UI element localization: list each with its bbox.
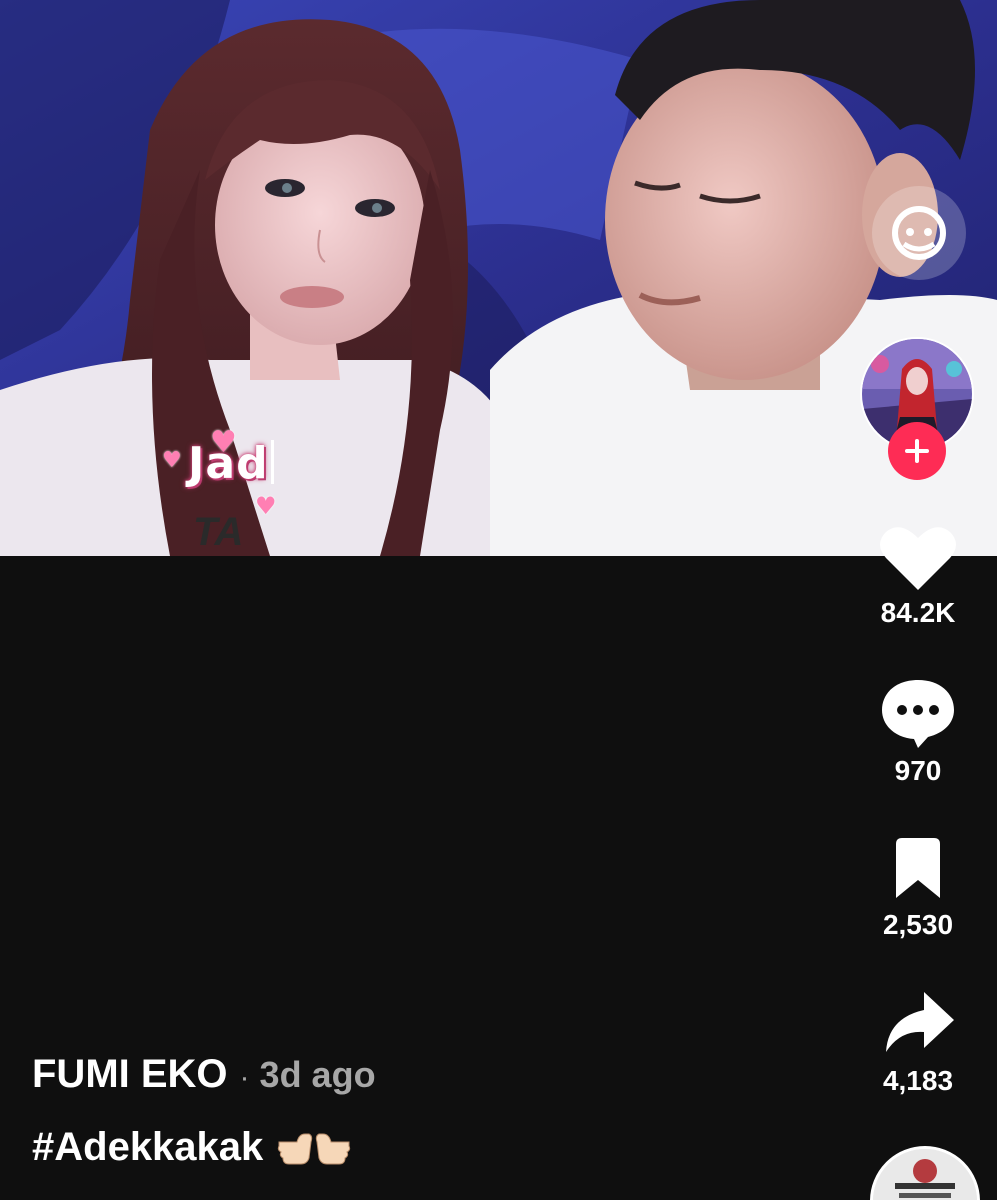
- like-count: 84.2K: [880, 597, 956, 628]
- comment-button[interactable]: 970: [868, 676, 968, 787]
- share-count: 4,183: [882, 1065, 954, 1096]
- shirt-print-text: TA: [193, 510, 244, 554]
- comment-bubble-icon: [882, 680, 954, 748]
- post-age: 3d ago: [259, 1054, 376, 1095]
- music-disc-icon: [873, 1149, 977, 1200]
- like-button[interactable]: 84.2K: [868, 522, 968, 629]
- share-button[interactable]: 4,183: [868, 988, 968, 1097]
- save-count: 2,530: [882, 909, 954, 940]
- bookmark-icon: [896, 838, 940, 898]
- live-button[interactable]: [872, 186, 966, 280]
- comment-count: 970: [894, 755, 942, 786]
- save-button[interactable]: 2,530: [868, 834, 968, 941]
- post-meta: FUMI EKO · 3d ago #Adekkakak: [32, 1052, 832, 1170]
- post-caption: #Adekkakak: [32, 1125, 832, 1170]
- caption-heart-icon: ♥: [255, 492, 277, 520]
- caption-heart-icon: ♥: [162, 448, 182, 473]
- author-line: FUMI EKO · 3d ago: [32, 1052, 832, 1097]
- video-player[interactable]: ♥ ♥ ♥ Jad TA: [0, 0, 997, 556]
- live-face-icon: [892, 206, 946, 260]
- follow-button[interactable]: [888, 422, 946, 480]
- meta-separator: ·: [239, 1061, 250, 1094]
- hashtag-link[interactable]: #Adekkakak: [32, 1125, 263, 1170]
- author-name[interactable]: FUMI EKO: [32, 1052, 228, 1097]
- plus-icon: [905, 439, 929, 463]
- share-arrow-icon: [886, 992, 954, 1052]
- music-disc-button[interactable]: [870, 1146, 980, 1200]
- video-overlay-caption: Jad: [188, 438, 274, 489]
- heart-icon: [880, 527, 956, 590]
- video-feed-screen: ♥ ♥ ♥ Jad TA 84.2K 970 2,530 4,183 FUMI …: [0, 0, 997, 1200]
- video-frame-illustration: [0, 0, 997, 556]
- pointing-hands-icon: [275, 1126, 353, 1170]
